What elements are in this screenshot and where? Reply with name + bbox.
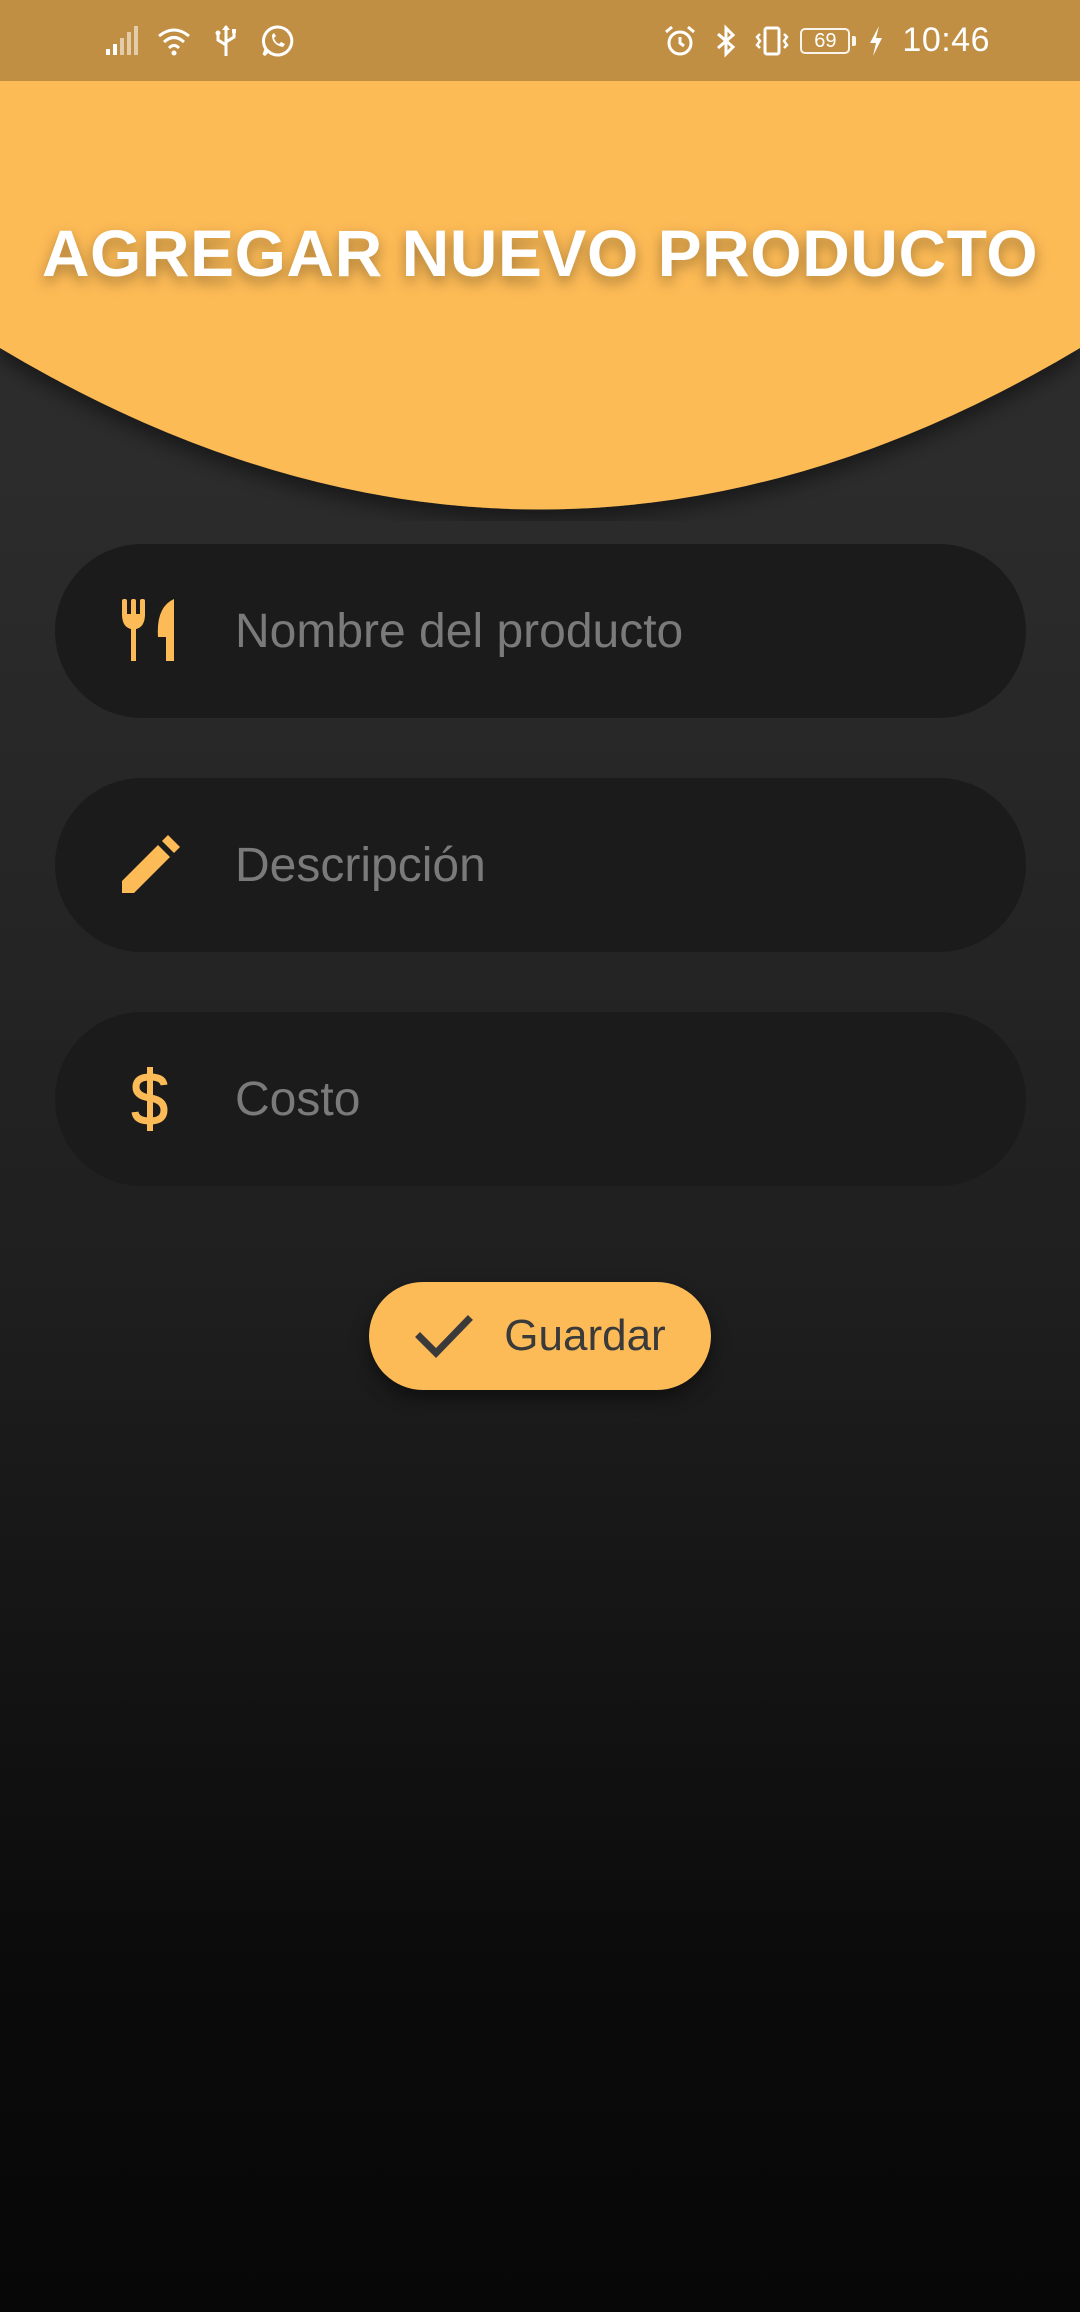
status-right-icons: 69 10:46: [662, 0, 1080, 81]
whatsapp-icon: [262, 24, 294, 56]
pencil-icon: [115, 830, 185, 900]
alarm-icon: [665, 25, 696, 55]
page-title: AGREGAR NUEVO PRODUCTO: [41, 216, 1039, 290]
battery-icon: 69: [800, 27, 857, 54]
check-icon: [415, 1315, 474, 1358]
charging-icon: [870, 25, 883, 56]
description-field[interactable]: [55, 778, 1026, 952]
status-time: 10:46: [902, 21, 990, 59]
product-name-input[interactable]: [235, 544, 1026, 718]
product-name-field[interactable]: [55, 544, 1026, 718]
status-bar: 69 10:46: [0, 0, 1080, 81]
description-input[interactable]: [235, 778, 1026, 952]
dollar-icon: [115, 1064, 185, 1134]
header-curve: [0, 81, 1080, 510]
save-button-label: Guardar: [504, 1311, 666, 1360]
header: AGREGAR NUEVO PRODUCTO: [0, 81, 1080, 521]
signal-icon: [106, 25, 138, 55]
save-button[interactable]: Guardar: [369, 1282, 711, 1390]
utensils-icon: [115, 596, 185, 666]
wifi-icon: [158, 28, 190, 55]
battery-level: 69: [800, 27, 851, 54]
bluetooth-icon: [717, 23, 736, 58]
vibrate-icon: [755, 26, 790, 55]
battery-tip: [852, 35, 857, 46]
status-left-icons: [0, 0, 296, 81]
cost-input[interactable]: [235, 1012, 1026, 1186]
usb-icon: [215, 24, 236, 56]
cost-field[interactable]: [55, 1012, 1026, 1186]
